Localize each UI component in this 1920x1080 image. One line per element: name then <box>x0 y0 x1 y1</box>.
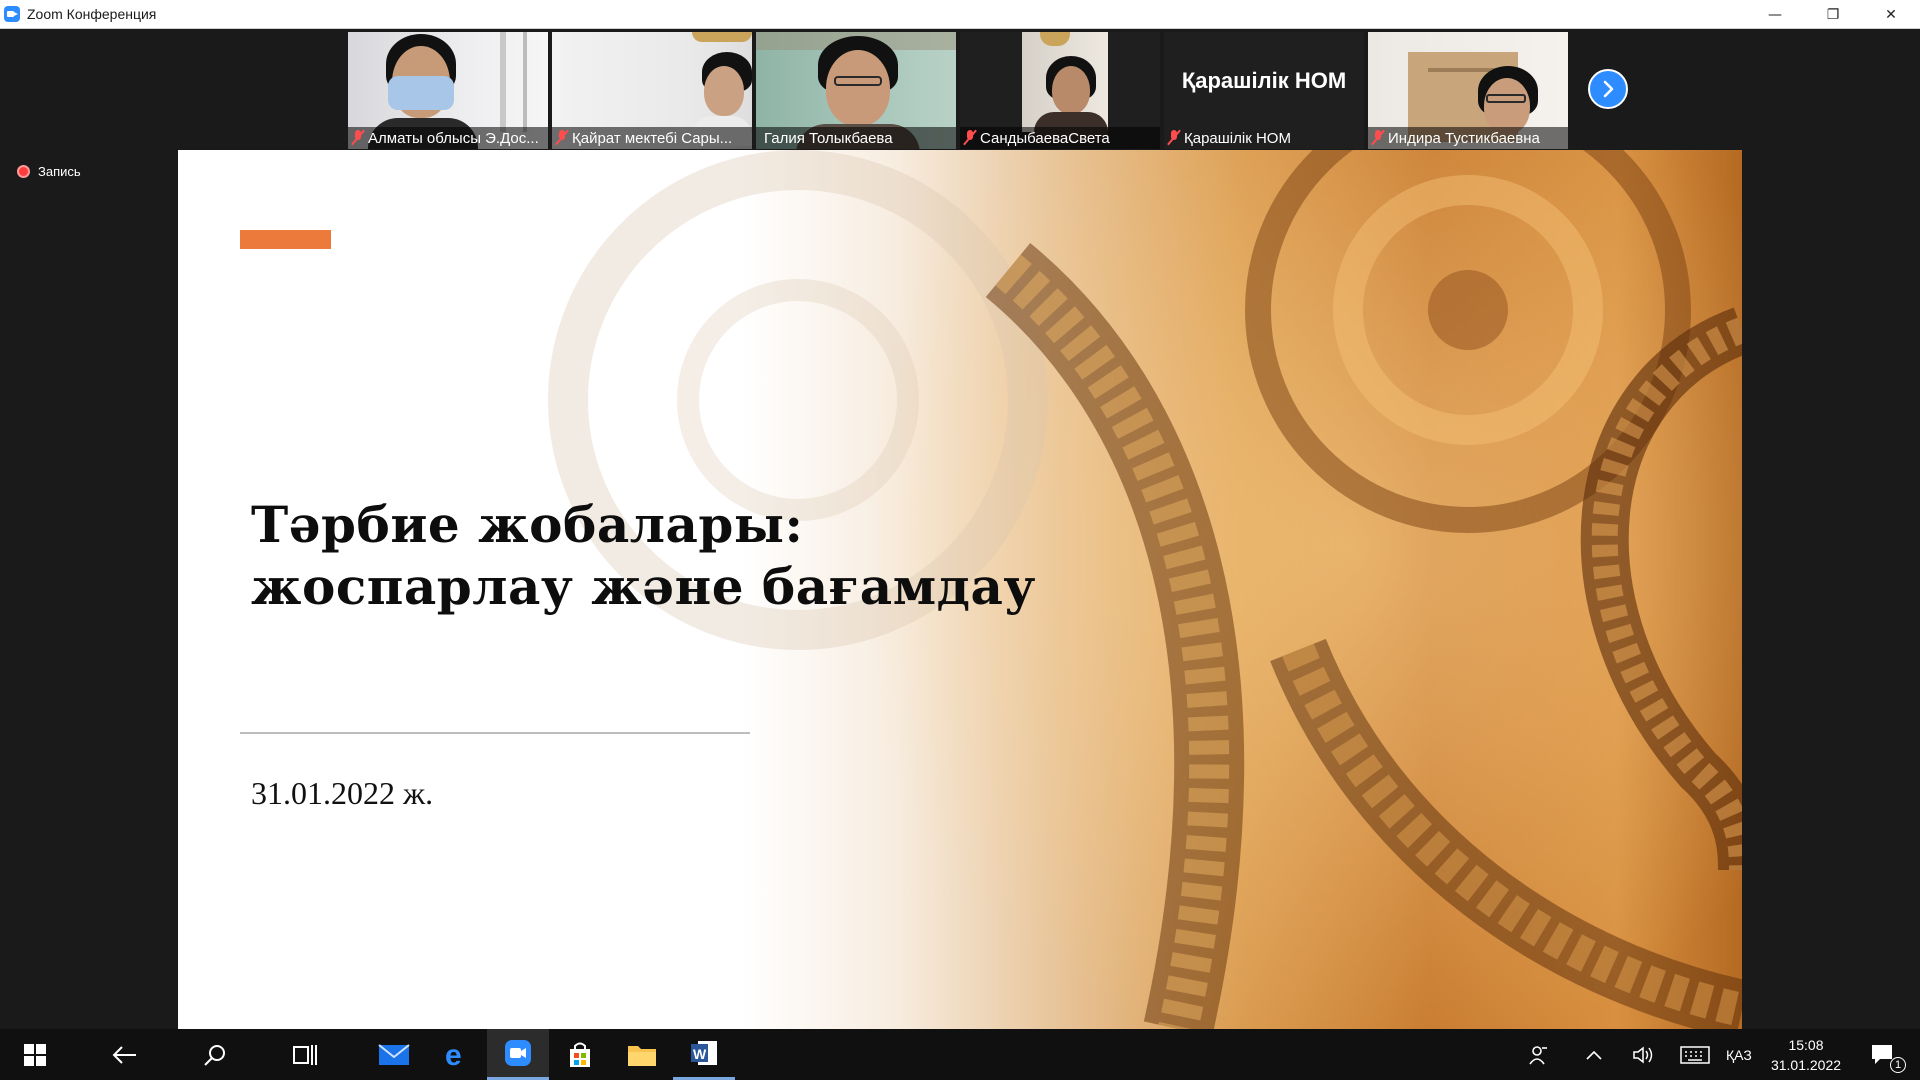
window-title: Zoom Конференция <box>27 6 157 22</box>
mail-app[interactable] <box>363 1029 425 1080</box>
clock-time: 15:08 <box>1788 1037 1824 1053</box>
clock-date: 31.01.2022 <box>1770 1057 1842 1073</box>
minimize-button[interactable]: — <box>1746 0 1804 29</box>
speaker-icon <box>1633 1045 1653 1064</box>
word-icon: W <box>691 1041 717 1065</box>
task-view-icon <box>293 1044 317 1065</box>
file-explorer-app[interactable] <box>611 1029 673 1080</box>
shared-slide: Тәрбие жобалары: жоспарлау және бағамдау… <box>178 150 1742 1029</box>
participant-name: Галия Толыкбаева <box>764 129 893 147</box>
svg-text:e: e <box>445 1041 462 1069</box>
file-explorer-icon <box>628 1045 656 1066</box>
slide-date: 31.01.2022 ж. <box>251 775 434 811</box>
participant-name: Қарашілік НОМ <box>1184 129 1291 147</box>
mic-muted-icon <box>964 130 976 146</box>
edge-icon: e <box>445 1041 462 1069</box>
mic-muted-icon <box>352 130 364 146</box>
participant-namebar: Галия Толыкбаева <box>756 127 956 149</box>
zoom-icon <box>4 6 20 22</box>
meeting-area: Алматы облысы Э.Дос... Қайрат мектебі Са… <box>0 29 1920 1029</box>
close-button[interactable]: ✕ <box>1862 0 1920 29</box>
restore-button[interactable]: ❐ <box>1804 0 1862 29</box>
action-center-button[interactable]: 1 <box>1852 1029 1914 1080</box>
edge-app[interactable]: e <box>425 1029 487 1080</box>
back-icon <box>112 1045 136 1064</box>
participant-namebar: Алматы облысы Э.Дос... <box>348 127 548 149</box>
participant-tile[interactable]: Алматы облысы Э.Дос... <box>348 32 548 149</box>
slide-title-line: Тәрбие жобалары: <box>251 495 804 554</box>
participant-name: Индира Тустикбаевна <box>1388 129 1540 147</box>
taskbar-clock[interactable]: 15:08 31.01.2022 <box>1763 1035 1849 1075</box>
participant-tile[interactable]: Қарашілік НОМ Қарашілік НОМ <box>1164 32 1364 149</box>
participant-namebar: Қайрат мектебі Сары... <box>552 127 752 149</box>
task-view-button[interactable] <box>274 1029 336 1080</box>
touch-keyboard-button[interactable] <box>1664 1029 1726 1080</box>
slide-title: Тәрбие жобалары: жоспарлау және бағамдау <box>251 494 1036 618</box>
search-button[interactable] <box>184 1029 246 1080</box>
chevron-right-icon <box>1603 80 1614 98</box>
record-icon <box>17 165 30 178</box>
participant-display-name: Қарашілік НОМ <box>1181 68 1347 93</box>
start-button[interactable] <box>4 1029 66 1080</box>
participant-tile[interactable]: Қайрат мектебі Сары... <box>552 32 752 149</box>
window-titlebar: Zoom Конференция — ❐ ✕ <box>0 0 1920 29</box>
participant-name: Алматы облысы Э.Дос... <box>368 129 539 147</box>
svg-text:W: W <box>693 1046 707 1062</box>
participant-namebar: СандыбаеваСвета <box>960 127 1160 149</box>
input-language[interactable]: ҚАЗ <box>1726 1029 1756 1080</box>
participant-namebar: Индира Тустикбаевна <box>1368 127 1568 149</box>
chevron-up-icon <box>1586 1050 1602 1060</box>
zoom-icon <box>505 1040 531 1066</box>
next-participants-button[interactable] <box>1588 69 1628 109</box>
participant-tile[interactable]: СандыбаеваСвета <box>960 32 1160 149</box>
word-app[interactable]: W <box>673 1029 735 1080</box>
people-button[interactable] <box>1508 1029 1568 1080</box>
recording-label: Запись <box>38 164 81 179</box>
zoom-app[interactable] <box>487 1029 549 1080</box>
windows-taskbar: e W ҚАЗ 15:08 31.01.2022 1 <box>0 1029 1920 1080</box>
mic-muted-icon <box>1168 130 1180 146</box>
participant-strip: Алматы облысы Э.Дос... Қайрат мектебі Са… <box>348 32 1568 149</box>
windows-start-icon <box>24 1043 46 1066</box>
store-icon <box>570 1042 590 1067</box>
participant-tile[interactable]: Галия Толыкбаева <box>756 32 956 149</box>
keyboard-icon <box>1680 1045 1710 1064</box>
mail-icon <box>378 1043 410 1065</box>
back-button[interactable] <box>94 1029 156 1080</box>
people-icon <box>1529 1045 1547 1064</box>
search-icon <box>204 1044 225 1066</box>
participant-namebar: Қарашілік НОМ <box>1164 127 1364 149</box>
mic-muted-icon <box>1372 130 1384 146</box>
store-app[interactable] <box>549 1029 611 1080</box>
participant-tile[interactable]: Индира Тустикбаевна <box>1368 32 1568 149</box>
participant-name: Қайрат мектебі Сары... <box>572 129 733 147</box>
window-controls: — ❐ ✕ <box>1746 0 1920 29</box>
slide-title-line: жоспарлау және бағамдау <box>251 557 1036 616</box>
participant-name: СандыбаеваСвета <box>980 129 1110 147</box>
recording-indicator[interactable]: Запись <box>17 164 81 179</box>
slide-divider <box>240 732 750 734</box>
slide-accent-bar <box>240 230 331 249</box>
notification-count: 1 <box>1890 1057 1906 1073</box>
mic-muted-icon <box>556 130 568 146</box>
